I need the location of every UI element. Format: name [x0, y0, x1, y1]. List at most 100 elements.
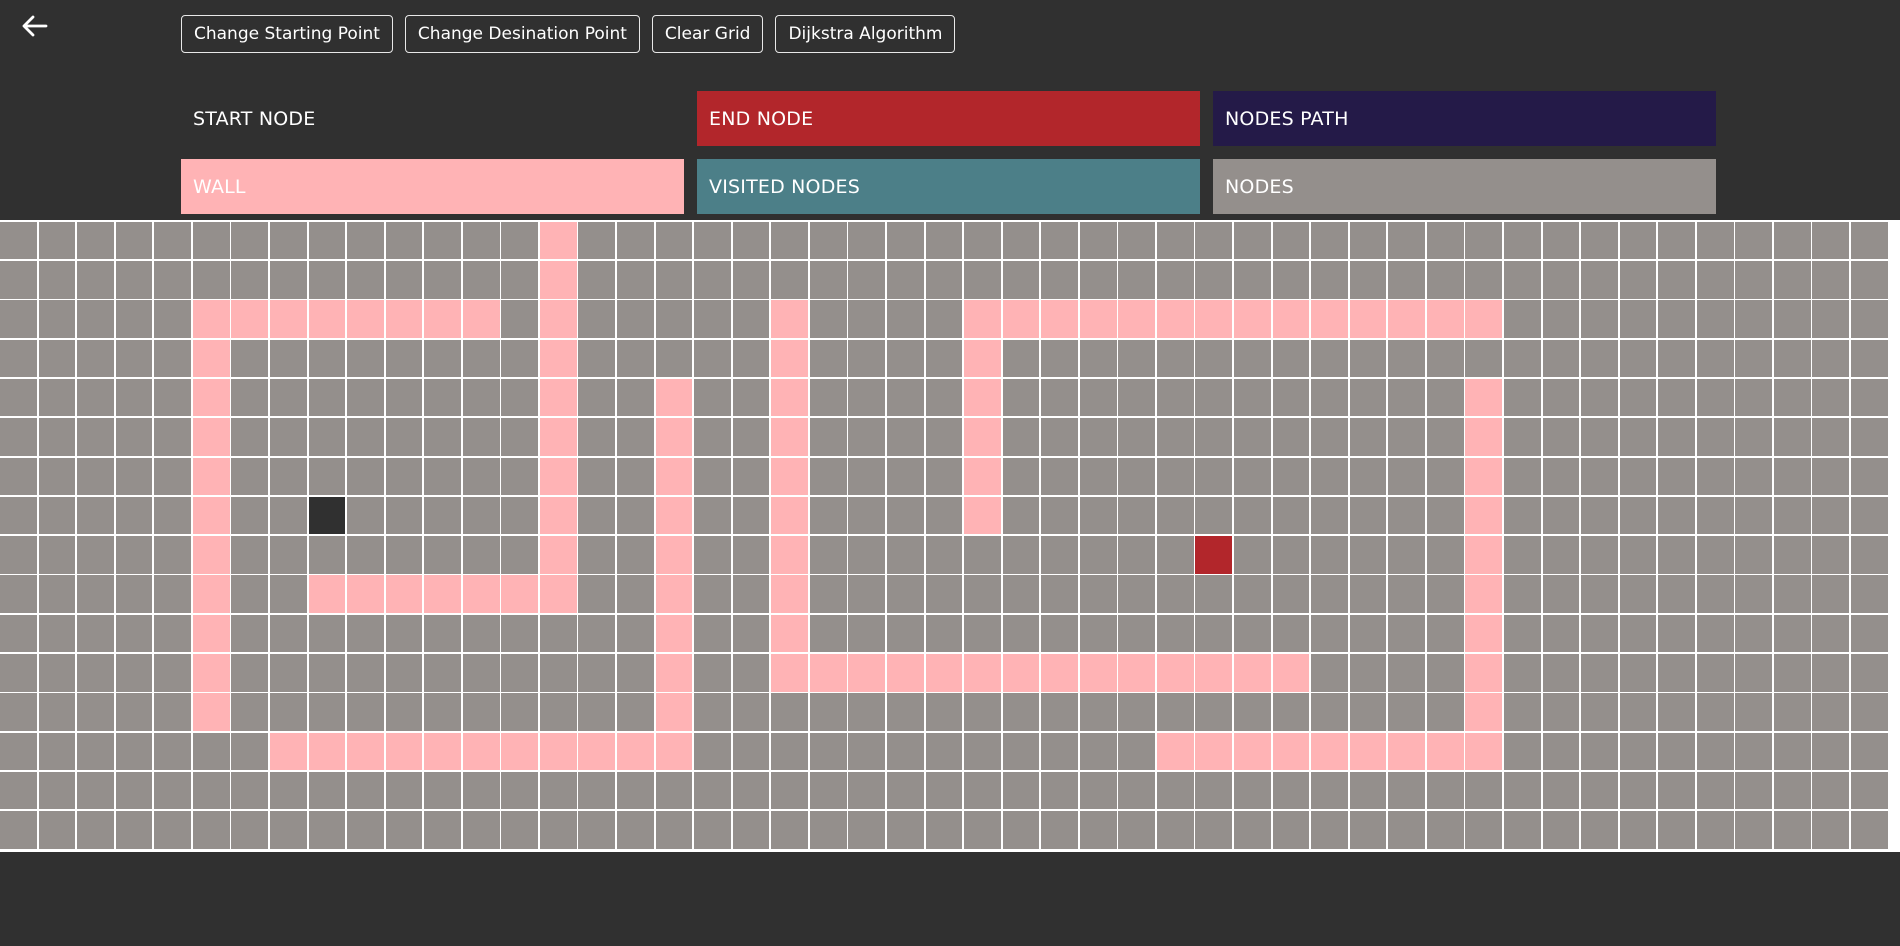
- grid-node[interactable]: [617, 457, 654, 496]
- grid-node[interactable]: [308, 654, 346, 692]
- wall-node[interactable]: [539, 575, 577, 613]
- wall-node[interactable]: [192, 575, 230, 613]
- grid-node[interactable]: [115, 457, 153, 496]
- grid-node[interactable]: [732, 693, 770, 731]
- grid-node[interactable]: [848, 771, 886, 810]
- grid-node[interactable]: [578, 614, 616, 653]
- grid-node[interactable]: [1503, 378, 1541, 417]
- grid-node[interactable]: [617, 811, 654, 849]
- grid-node[interactable]: [38, 693, 76, 731]
- grid-node[interactable]: [1156, 575, 1194, 613]
- wall-node[interactable]: [964, 418, 1001, 456]
- grid-node[interactable]: [1349, 614, 1387, 653]
- grid-node[interactable]: [1118, 732, 1156, 771]
- grid-node[interactable]: [269, 418, 307, 456]
- wall-node[interactable]: [964, 496, 1001, 535]
- wall-node[interactable]: [462, 732, 500, 771]
- grid-node[interactable]: [269, 496, 307, 535]
- grid-node[interactable]: [694, 221, 731, 260]
- grid-node[interactable]: [848, 221, 886, 260]
- grid-node[interactable]: [0, 221, 37, 260]
- grid-node[interactable]: [732, 614, 770, 653]
- grid-node[interactable]: [1851, 378, 1888, 417]
- grid-node[interactable]: [1349, 418, 1387, 456]
- grid-node[interactable]: [115, 614, 153, 653]
- grid-node[interactable]: [424, 418, 461, 456]
- grid-node[interactable]: [1426, 261, 1464, 299]
- grid-node[interactable]: [231, 221, 269, 260]
- grid-node[interactable]: [1156, 614, 1194, 653]
- grid-node[interactable]: [1118, 378, 1156, 417]
- grid-node[interactable]: [1041, 771, 1078, 810]
- grid-node[interactable]: [1696, 732, 1734, 771]
- grid-node[interactable]: [0, 536, 37, 574]
- grid-node[interactable]: [154, 771, 192, 810]
- wall-node[interactable]: [771, 496, 809, 535]
- grid-node[interactable]: [1195, 771, 1233, 810]
- grid-node[interactable]: [732, 261, 770, 299]
- grid-node[interactable]: [1118, 221, 1156, 260]
- grid-node[interactable]: [1079, 339, 1117, 378]
- grid-node[interactable]: [771, 221, 809, 260]
- grid-node[interactable]: [1426, 811, 1464, 849]
- grid-node[interactable]: [347, 378, 384, 417]
- grid-node[interactable]: [809, 536, 847, 574]
- grid-node[interactable]: [77, 418, 114, 456]
- wall-node[interactable]: [964, 457, 1001, 496]
- grid-node[interactable]: [1696, 614, 1734, 653]
- grid-node[interactable]: [617, 771, 654, 810]
- grid-node[interactable]: [1002, 261, 1040, 299]
- grid-node[interactable]: [964, 693, 1001, 731]
- grid-node[interactable]: [77, 654, 114, 692]
- wall-node[interactable]: [1156, 732, 1194, 771]
- wall-node[interactable]: [539, 732, 577, 771]
- grid-node[interactable]: [1696, 575, 1734, 613]
- grid-node[interactable]: [115, 339, 153, 378]
- grid-node[interactable]: [1234, 771, 1271, 810]
- grid-node[interactable]: [385, 693, 423, 731]
- grid-node[interactable]: [886, 457, 924, 496]
- grid-node[interactable]: [1465, 811, 1503, 849]
- wall-node[interactable]: [1388, 732, 1426, 771]
- grid-node[interactable]: [1041, 811, 1078, 849]
- grid-node[interactable]: [1735, 811, 1773, 849]
- grid-node[interactable]: [115, 771, 153, 810]
- grid-node[interactable]: [0, 771, 37, 810]
- grid-node[interactable]: [1619, 378, 1657, 417]
- grid-node[interactable]: [154, 614, 192, 653]
- grid-node[interactable]: [1735, 221, 1773, 260]
- grid-node[interactable]: [694, 732, 731, 771]
- grid-node[interactable]: [115, 575, 153, 613]
- grid-node[interactable]: [1696, 261, 1734, 299]
- grid-node[interactable]: [809, 457, 847, 496]
- grid-node[interactable]: [1388, 418, 1426, 456]
- grid-node[interactable]: [1773, 221, 1811, 260]
- wall-node[interactable]: [655, 378, 693, 417]
- grid-node[interactable]: [501, 261, 539, 299]
- grid-node[interactable]: [1503, 496, 1541, 535]
- grid-node[interactable]: [115, 693, 153, 731]
- grid-node[interactable]: [1079, 221, 1117, 260]
- grid-node[interactable]: [1195, 418, 1233, 456]
- grid-node[interactable]: [38, 457, 76, 496]
- grid-node[interactable]: [0, 575, 37, 613]
- grid-node[interactable]: [385, 418, 423, 456]
- wall-node[interactable]: [1465, 300, 1503, 338]
- grid-node[interactable]: [38, 536, 76, 574]
- grid-node[interactable]: [1426, 496, 1464, 535]
- grid-node[interactable]: [848, 457, 886, 496]
- grid-node[interactable]: [539, 771, 577, 810]
- grid-node[interactable]: [424, 496, 461, 535]
- grid-node[interactable]: [1195, 261, 1233, 299]
- grid-node[interactable]: [539, 693, 577, 731]
- grid-node[interactable]: [1002, 457, 1040, 496]
- grid-node[interactable]: [848, 378, 886, 417]
- grid-node[interactable]: [1542, 261, 1580, 299]
- grid-node[interactable]: [231, 771, 269, 810]
- grid-node[interactable]: [1542, 654, 1580, 692]
- grid-node[interactable]: [154, 496, 192, 535]
- grid-node[interactable]: [1234, 339, 1271, 378]
- grid-node[interactable]: [886, 536, 924, 574]
- wall-node[interactable]: [1234, 732, 1271, 771]
- grid-node[interactable]: [1503, 339, 1541, 378]
